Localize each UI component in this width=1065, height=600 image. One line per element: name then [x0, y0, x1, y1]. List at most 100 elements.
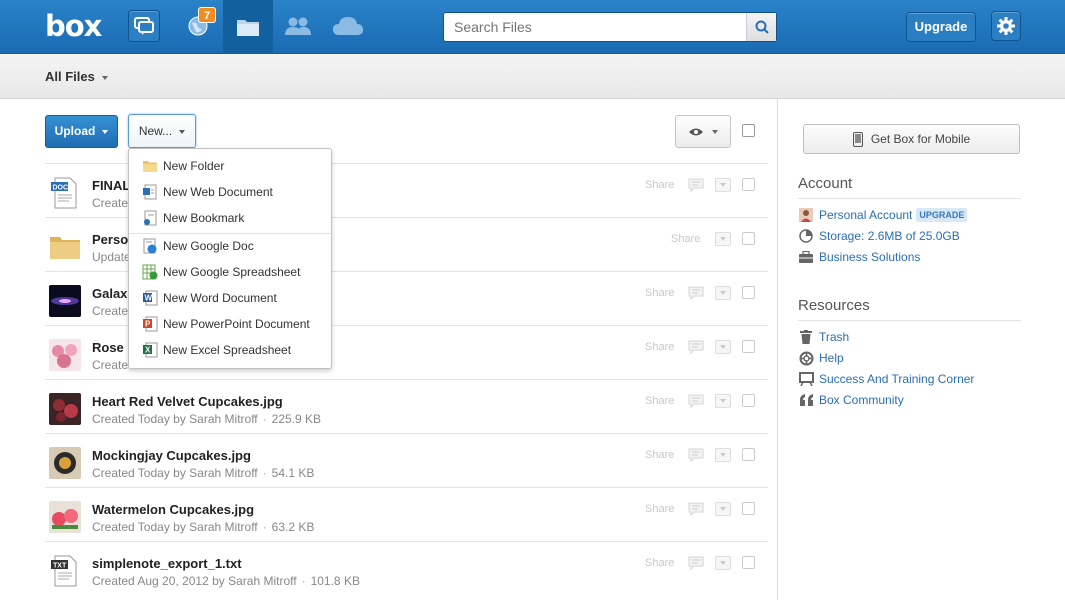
search-button[interactable]	[746, 13, 776, 41]
file-select-checkbox[interactable]	[742, 502, 755, 515]
file-name[interactable]: Mockingjay Cupcakes.jpg	[92, 448, 251, 463]
document-thumbnail[interactable]: DOC	[49, 177, 81, 209]
image-thumbnail[interactable]	[49, 285, 81, 317]
file-select-checkbox[interactable]	[742, 232, 755, 245]
file-select-checkbox[interactable]	[742, 286, 755, 299]
meta-separator-dot: ·	[262, 412, 267, 426]
image-thumbnail[interactable]	[49, 501, 81, 533]
file-name[interactable]: simplenote_export_1.txt	[92, 556, 242, 571]
file-actions-dropdown[interactable]	[715, 448, 731, 462]
comment-icon[interactable]	[688, 502, 704, 516]
file-name[interactable]: Watermelon Cupcakes.jpg	[92, 502, 254, 517]
file-row[interactable]: Mockingjay Cupcakes.jpg Created Today by …	[45, 433, 768, 487]
meta-separator-dot: ·	[262, 520, 267, 534]
menu-item-label: New Google Doc	[163, 239, 254, 253]
success-training-link[interactable]: Success And Training Corner	[798, 370, 974, 388]
comment-icon[interactable]	[688, 286, 704, 300]
menu-item-new-powerpoint-document[interactable]: P New PowerPoint Document	[129, 312, 331, 336]
cloud-button[interactable]	[331, 10, 365, 42]
image-thumbnail[interactable]	[49, 393, 81, 425]
file-row[interactable]: Heart Red Velvet Cupcakes.jpg Created Tod…	[45, 379, 768, 433]
file-actions-dropdown[interactable]	[715, 286, 731, 300]
folder-icon[interactable]	[49, 231, 81, 263]
share-link[interactable]: Share	[645, 179, 674, 191]
file-actions-dropdown[interactable]	[715, 232, 731, 246]
menu-item-new-google-doc[interactable]: New Google Doc	[129, 234, 331, 258]
file-name[interactable]: Galax	[92, 286, 127, 301]
briefcase-icon	[798, 249, 814, 265]
get-box-mobile-button[interactable]: Get Box for Mobile	[803, 124, 1020, 154]
menu-item-new-web-document[interactable]: New Web Document	[129, 180, 331, 204]
upload-button[interactable]: Upload	[45, 115, 118, 148]
file-select-checkbox[interactable]	[742, 178, 755, 191]
box-community-link[interactable]: Box Community	[798, 391, 904, 409]
search-input[interactable]	[444, 13, 746, 41]
training-board-icon	[798, 371, 814, 387]
chat-button[interactable]	[128, 10, 160, 42]
share-link[interactable]: Share	[645, 287, 674, 299]
bookmark-icon	[144, 210, 157, 226]
svg-text:DOC: DOC	[53, 185, 69, 192]
comment-icon[interactable]	[688, 340, 704, 354]
share-link[interactable]: Share	[645, 395, 674, 407]
view-options-button[interactable]	[675, 115, 731, 148]
select-all-checkbox[interactable]	[742, 124, 755, 137]
file-row[interactable]: TXT simplenote_export_1.txt Created Aug 20…	[45, 541, 768, 595]
file-select-checkbox[interactable]	[742, 448, 755, 461]
comment-icon[interactable]	[688, 556, 704, 570]
share-link[interactable]: Share	[645, 449, 674, 461]
file-actions-dropdown[interactable]	[715, 556, 731, 570]
menu-item-new-folder[interactable]: New Folder	[129, 154, 331, 178]
menu-item-new-word-document[interactable]: W New Word Document	[129, 286, 331, 310]
meta-separator-dot: ·	[301, 574, 306, 588]
breadcrumb[interactable]: All Files	[45, 69, 108, 84]
notifications-badge[interactable]: 7	[198, 7, 216, 23]
image-thumbnail[interactable]	[49, 339, 81, 371]
new-button[interactable]: New...	[128, 114, 196, 148]
business-solutions-link[interactable]: Business Solutions	[798, 248, 920, 266]
file-select-checkbox[interactable]	[742, 556, 755, 569]
file-name[interactable]: FINAL	[92, 178, 130, 193]
file-select-checkbox[interactable]	[742, 340, 755, 353]
comment-icon[interactable]	[688, 178, 704, 192]
new-dropdown-menu: New Folder New Web Document New Bookmark…	[128, 148, 332, 369]
file-select-checkbox[interactable]	[742, 394, 755, 407]
text-file-icon[interactable]: TXT	[49, 555, 81, 587]
business-solutions-label: Business Solutions	[819, 250, 921, 264]
file-actions-dropdown[interactable]	[715, 394, 731, 408]
google-doc-icon	[143, 238, 157, 254]
file-name[interactable]: Perso	[92, 232, 128, 247]
menu-item-new-bookmark[interactable]: New Bookmark	[129, 206, 331, 230]
files-nav-button[interactable]	[223, 0, 273, 54]
share-link[interactable]: Share	[645, 503, 674, 515]
menu-item-new-google-spreadsheet[interactable]: New Google Spreadsheet	[129, 260, 331, 284]
personal-account-link[interactable]: Personal Account UPGRADE	[798, 206, 968, 224]
image-thumbnail[interactable]	[49, 447, 81, 479]
share-link[interactable]: Share	[645, 341, 674, 353]
word-document-icon: W	[143, 290, 158, 306]
comment-icon[interactable]	[688, 394, 704, 408]
file-row[interactable]: Watermelon Cupcakes.jpg Created Today by …	[45, 487, 768, 541]
comment-icon[interactable]	[688, 448, 704, 462]
trash-icon	[798, 329, 814, 345]
storage-link[interactable]: Storage: 2.6MB of 25.0GB	[798, 227, 960, 245]
share-link[interactable]: Share	[645, 557, 674, 569]
trash-link[interactable]: Trash	[798, 328, 849, 346]
resources-heading: Resources	[798, 297, 1021, 321]
settings-button[interactable]	[991, 11, 1021, 41]
help-label: Help	[819, 351, 844, 365]
file-actions-dropdown[interactable]	[715, 502, 731, 516]
help-link[interactable]: Help	[798, 349, 844, 367]
share-link[interactable]: Share	[671, 233, 700, 245]
file-actions-dropdown[interactable]	[715, 178, 731, 192]
file-name[interactable]: Rose	[92, 340, 124, 355]
upgrade-button[interactable]: Upgrade	[906, 12, 976, 42]
upgrade-tag[interactable]: UPGRADE	[916, 208, 968, 222]
collaborators-button[interactable]	[282, 10, 314, 42]
account-heading: Account	[798, 175, 1021, 199]
menu-item-new-excel-spreadsheet[interactable]: X New Excel Spreadsheet	[129, 338, 331, 362]
file-actions-dropdown[interactable]	[715, 340, 731, 354]
file-name[interactable]: Heart Red Velvet Cupcakes.jpg	[92, 394, 283, 409]
meta-separator-dot: ·	[262, 466, 267, 480]
box-logo[interactable]: box	[45, 11, 102, 41]
